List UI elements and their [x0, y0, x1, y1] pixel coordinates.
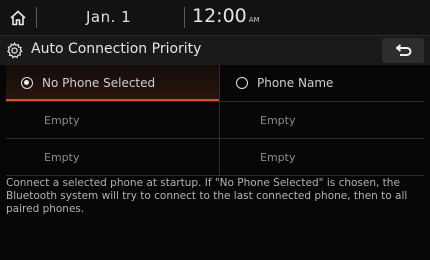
- status-separator: [184, 7, 185, 28]
- date-display: Jan. 1: [86, 8, 132, 26]
- radio-selected-icon: [21, 77, 33, 89]
- empty-label: Empty: [44, 113, 80, 127]
- description-text: Connect a selected phone at startup. If …: [6, 177, 408, 215]
- empty-label: Empty: [260, 113, 296, 127]
- empty-slot[interactable]: Empty: [221, 102, 424, 138]
- divider: [219, 65, 220, 101]
- status-separator: [36, 7, 37, 28]
- empty-slot[interactable]: Empty: [6, 139, 219, 175]
- option-no-phone-selected[interactable]: No Phone Selected: [6, 65, 219, 101]
- empty-slot[interactable]: Empty: [221, 139, 424, 175]
- option-label: No Phone Selected: [42, 76, 156, 90]
- title-bar: Auto Connection Priority: [0, 36, 430, 65]
- back-icon: [395, 43, 412, 56]
- back-button[interactable]: [382, 38, 424, 63]
- option-phone-name[interactable]: Phone Name: [221, 65, 424, 101]
- time-display: 12:00: [192, 5, 247, 27]
- radio-unselected-icon: [236, 77, 248, 89]
- priority-row: Empty Empty: [6, 139, 424, 176]
- empty-slot[interactable]: Empty: [6, 102, 219, 138]
- home-button[interactable]: [3, 3, 32, 32]
- ampm-display: AM: [248, 16, 260, 24]
- home-icon: [9, 9, 26, 25]
- page-title: Auto Connection Priority: [31, 41, 202, 57]
- option-label: Phone Name: [257, 76, 334, 90]
- priority-list: No Phone Selected Phone Name Empty Empty…: [6, 65, 424, 176]
- divider: [219, 102, 220, 138]
- status-bar: Jan. 1 12:00 AM: [0, 0, 430, 36]
- empty-label: Empty: [260, 150, 296, 164]
- priority-row: Empty Empty: [6, 102, 424, 139]
- priority-row: No Phone Selected Phone Name: [6, 65, 424, 102]
- clock: 12:00 AM: [192, 5, 260, 27]
- empty-label: Empty: [44, 150, 80, 164]
- divider: [219, 139, 220, 175]
- gear-icon: [7, 42, 23, 59]
- screen: Jan. 1 12:00 AM Auto Connection Priority …: [0, 0, 430, 260]
